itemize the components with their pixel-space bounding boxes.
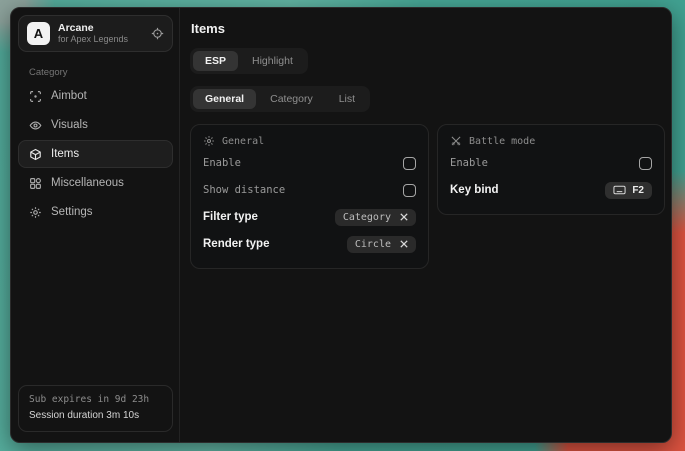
render-type-select[interactable]: Circle (347, 236, 416, 253)
sidebar-item-visuals[interactable]: Visuals (18, 111, 173, 139)
sidebar-item-label: Aimbot (51, 90, 87, 102)
tab-esp[interactable]: ESP (193, 51, 238, 71)
app-subtitle: for Apex Legends (58, 34, 143, 44)
grid-icon (29, 177, 42, 190)
view-tabs: General Category List (190, 86, 370, 112)
crosshair-icon (29, 90, 42, 103)
clear-icon[interactable] (400, 213, 408, 221)
panel-general: General Enable Show distance Filter type… (190, 124, 429, 269)
setting-row-filter-type: Filter type Category (203, 206, 416, 228)
gear-icon (29, 206, 42, 219)
setting-row-enable: Enable (203, 152, 416, 174)
sidebar-item-miscellaneous[interactable]: Miscellaneous (18, 169, 173, 197)
tab-list[interactable]: List (327, 89, 367, 109)
sidebar: A Arcane for Apex Legends Category (11, 8, 179, 442)
sun-icon (203, 135, 215, 147)
setting-label: Enable (203, 157, 241, 169)
filter-type-value: Category (343, 212, 391, 223)
main-content: Items ESP Highlight General Category Lis… (180, 8, 671, 442)
panel-battle-mode: Battle mode Enable Key bind (437, 124, 665, 215)
tab-general[interactable]: General (193, 89, 256, 109)
sub-expiry-text: Sub expires in 9d 23h (29, 393, 162, 408)
sidebar-nav: Aimbot Visuals Items (18, 82, 173, 226)
setting-label: Render type (203, 238, 269, 250)
enable-checkbox[interactable] (403, 157, 416, 170)
swords-icon (450, 135, 462, 147)
app-window: A Arcane for Apex Legends Category (10, 7, 672, 443)
sidebar-item-aimbot[interactable]: Aimbot (18, 82, 173, 110)
setting-label: Show distance (203, 184, 285, 196)
render-type-value: Circle (355, 239, 391, 250)
mode-tabs: ESP Highlight (190, 48, 308, 74)
setting-label: Filter type (203, 211, 258, 223)
tab-highlight[interactable]: Highlight (240, 51, 305, 71)
page-title: Items (191, 21, 665, 36)
clear-icon[interactable] (400, 240, 408, 248)
tab-category[interactable]: Category (258, 89, 325, 109)
panels-row: General Enable Show distance Filter type… (190, 124, 665, 269)
sidebar-item-settings[interactable]: Settings (18, 198, 173, 226)
setting-row-enable: Enable (450, 152, 652, 174)
target-icon[interactable] (151, 27, 164, 40)
sidebar-item-label: Visuals (51, 119, 88, 131)
eye-icon (29, 119, 42, 132)
battle-enable-checkbox[interactable] (639, 157, 652, 170)
setting-row-key-bind: Key bind F2 (450, 179, 652, 201)
panel-title-label: Battle mode (469, 136, 535, 147)
brand-card: A Arcane for Apex Legends (18, 15, 173, 52)
show-distance-checkbox[interactable] (403, 184, 416, 197)
filter-type-select[interactable]: Category (335, 209, 416, 226)
setting-row-show-distance: Show distance (203, 179, 416, 201)
package-icon (29, 148, 42, 161)
setting-label: Enable (450, 157, 488, 169)
sidebar-item-label: Settings (51, 206, 93, 218)
session-duration-text: Session duration 3m 10s (29, 408, 162, 424)
keybind-value: F2 (632, 185, 644, 196)
setting-label: Key bind (450, 184, 499, 196)
keybind-button[interactable]: F2 (605, 182, 652, 199)
sidebar-item-label: Items (51, 148, 79, 160)
sidebar-item-items[interactable]: Items (18, 140, 173, 168)
app-logo: A (27, 22, 50, 45)
app-name: Arcane (58, 22, 143, 34)
subscription-info: Sub expires in 9d 23h Session duration 3… (18, 385, 173, 432)
category-section-label: Category (29, 67, 173, 78)
panel-title-label: General (222, 136, 264, 147)
keyboard-icon (613, 185, 626, 195)
sidebar-item-label: Miscellaneous (51, 177, 124, 189)
setting-row-render-type: Render type Circle (203, 233, 416, 255)
